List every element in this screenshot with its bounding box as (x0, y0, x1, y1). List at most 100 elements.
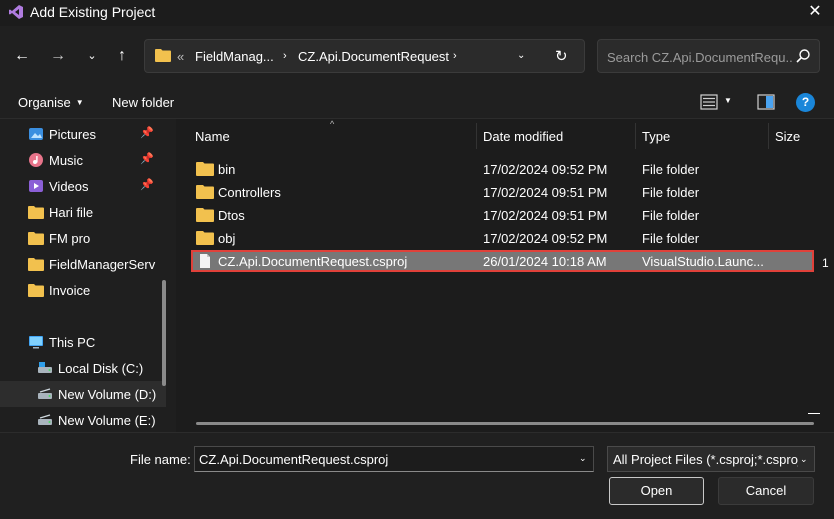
chevron-down-icon[interactable]: ⌄ (800, 454, 808, 465)
chevron-down-icon[interactable]: ⌄ (579, 453, 587, 464)
pin-icon[interactable]: 📌 (140, 126, 154, 139)
sidebar-item-new-volume-e[interactable]: New Volume (E:) (0, 407, 166, 432)
sidebar-item-label: Hari file (49, 205, 94, 220)
back-button[interactable]: ← (10, 44, 34, 68)
breadcrumb-item[interactable]: CZ.Api.DocumentRequest (298, 49, 449, 64)
table-row[interactable]: bin 17/02/2024 09:52 PM File folder (191, 158, 814, 180)
folder-icon (196, 208, 214, 222)
sidebar-item-hari-file[interactable]: Hari file (0, 199, 166, 225)
file-date: 17/02/2024 09:52 PM (483, 231, 608, 246)
file-type-filter[interactable]: All Project Files (*.csproj;*.csproj ⌄ (607, 446, 815, 472)
column-divider[interactable] (768, 123, 769, 149)
table-row[interactable]: obj 17/02/2024 09:52 PM File folder (191, 227, 814, 249)
sidebar-item-fieldmanagerserv[interactable]: FieldManagerServ (0, 251, 166, 277)
sidebar-item-label: Pictures (49, 127, 96, 142)
computer-icon (29, 336, 43, 349)
sidebar-item-label: Invoice (49, 283, 91, 298)
sidebar-item-label: Music (49, 153, 83, 168)
up-button[interactable]: ↑ (110, 44, 134, 68)
videos-icon (29, 180, 43, 192)
sidebar-item-videos[interactable]: Videos 📌 (0, 173, 166, 199)
organise-label: Organise (18, 95, 71, 110)
table-row-selected[interactable]: CZ.Api.DocumentRequest.csproj 26/01/2024… (191, 250, 814, 272)
chevron-right-icon[interactable]: › (283, 50, 287, 62)
new-folder-button[interactable]: New folder (112, 95, 174, 110)
folder-icon (155, 49, 171, 62)
column-divider[interactable] (476, 123, 477, 149)
sort-ascending-icon: ^ (330, 119, 335, 129)
folder-icon (28, 206, 44, 219)
file-name: Controllers (218, 185, 281, 200)
file-name: Dtos (218, 208, 245, 223)
drive-icon (38, 414, 52, 425)
sidebar-item-label: New Volume (D:) (58, 387, 157, 402)
breadcrumb-item[interactable]: FieldManag... (195, 49, 274, 64)
pin-icon[interactable]: 📌 (140, 178, 154, 191)
folder-icon (28, 232, 44, 245)
table-row[interactable]: Dtos 17/02/2024 09:51 PM File folder (191, 204, 814, 226)
file-name-label: File name: (130, 452, 191, 467)
file-date: 26/01/2024 10:18 AM (483, 254, 607, 269)
help-button[interactable]: ? (796, 93, 815, 112)
sidebar-item-music[interactable]: Music 📌 (0, 147, 166, 173)
forward-button[interactable]: → (46, 44, 70, 68)
sidebar-item-pictures[interactable]: Pictures 📌 (0, 121, 166, 147)
sidebar-item-new-volume-d[interactable]: New Volume (D:) (0, 381, 166, 407)
file-type: File folder (642, 162, 700, 177)
file-name: obj (218, 231, 236, 246)
horizontal-scrollbar[interactable] (196, 422, 814, 425)
caret-down-icon[interactable]: ▼ (724, 96, 732, 105)
chevron-right-icon[interactable]: › (453, 50, 457, 62)
file-date: 17/02/2024 09:52 PM (483, 162, 608, 177)
table-row[interactable]: Controllers 17/02/2024 09:51 PM File fol… (191, 181, 814, 203)
column-header-size[interactable]: Size (775, 129, 800, 144)
file-name: CZ.Api.DocumentRequest.csproj (218, 254, 408, 269)
column-header-type[interactable]: Type (642, 129, 670, 144)
search-box[interactable] (597, 39, 820, 73)
file-list[interactable]: ^ Name Date modified Type Size bin 17/02… (176, 119, 834, 432)
drive-icon (38, 388, 52, 399)
address-bar[interactable]: « FieldManag... › CZ.Api.DocumentRequest… (144, 39, 585, 73)
sidebar-item-invoice[interactable]: Invoice (0, 277, 166, 303)
organise-button[interactable]: Organise ▼ (18, 95, 84, 110)
column-header-name[interactable]: Name (195, 129, 230, 144)
file-type: File folder (642, 208, 700, 223)
close-button[interactable]: ✕ (806, 2, 824, 22)
folder-icon (28, 258, 44, 271)
sidebar-item-fm-pro[interactable]: FM pro (0, 225, 166, 251)
folder-icon (196, 231, 214, 245)
file-name-input[interactable] (199, 451, 569, 467)
view-options-icon[interactable] (700, 94, 718, 110)
sidebar-item-local-disk-c[interactable]: Local Disk (C:) (0, 355, 166, 381)
file-date: 17/02/2024 09:51 PM (483, 208, 608, 223)
window-title: Add Existing Project (30, 4, 156, 20)
sidebar-scrollbar[interactable] (162, 280, 166, 386)
column-divider[interactable] (635, 123, 636, 149)
pin-icon[interactable]: 📌 (140, 152, 154, 165)
recent-locations-button[interactable]: ⌄ (80, 44, 104, 68)
file-name-combobox[interactable]: ⌄ (194, 446, 594, 472)
file-icon (200, 254, 210, 268)
preview-pane-icon[interactable] (757, 94, 775, 110)
column-header-date-modified[interactable]: Date modified (483, 129, 563, 144)
search-input[interactable] (607, 48, 792, 66)
file-type-filter-value: All Project Files (*.csproj;*.csproj (613, 452, 798, 467)
file-type: VisualStudio.Launc... (642, 254, 764, 269)
drive-icon (38, 362, 52, 373)
search-icon[interactable] (795, 48, 811, 64)
open-button[interactable]: Open (609, 477, 704, 505)
chevron-down-icon[interactable]: ⌄ (517, 50, 525, 61)
pictures-icon (29, 128, 43, 140)
visual-studio-icon (9, 5, 23, 19)
folder-icon (28, 284, 44, 297)
sidebar-item-this-pc[interactable]: This PC (0, 329, 166, 355)
navigation-pane[interactable]: Pictures 📌 Music 📌 Videos 📌 Hari file FM… (0, 119, 176, 432)
file-type: File folder (642, 185, 700, 200)
file-name: bin (218, 162, 236, 177)
sidebar-item-label: This PC (49, 335, 96, 350)
refresh-button[interactable]: ↻ (555, 47, 568, 65)
file-type: File folder (642, 231, 700, 246)
cancel-button[interactable]: Cancel (718, 477, 814, 505)
caret-down-icon: ▼ (75, 98, 84, 107)
breadcrumb-overflow[interactable]: « (177, 49, 184, 64)
